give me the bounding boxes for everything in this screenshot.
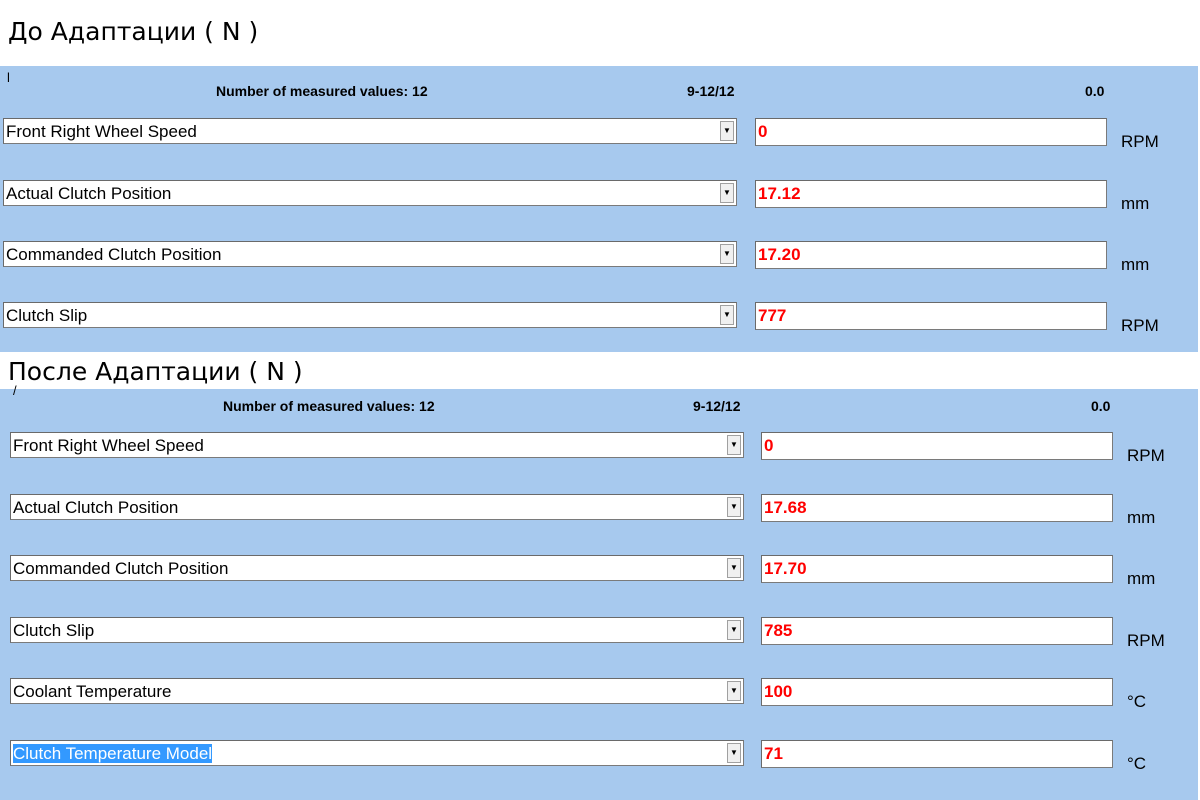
parameter-select[interactable]: Clutch Temperature Model ▼ [10,740,744,766]
chevron-down-icon[interactable]: ▼ [727,435,741,455]
measurement-row: Commanded Clutch Position ▼ 17.20 mm [0,241,1198,275]
value-text: 777 [758,306,787,325]
measurement-row: Commanded Clutch Position ▼ 17.70 mm [0,555,1198,589]
value-text: 71 [764,744,783,763]
chevron-down-icon[interactable]: ▼ [720,121,734,141]
parameter-select[interactable]: Front Right Wheel Speed ▼ [10,432,744,458]
parameter-select[interactable]: Commanded Clutch Position ▼ [3,241,737,267]
parameter-select-label: Front Right Wheel Speed [13,436,204,455]
measurement-row: Front Right Wheel Speed ▼ 0 RPM [0,118,1198,152]
measured-values-range: 9-12/12 [687,83,735,99]
parameter-select-label: Front Right Wheel Speed [6,122,197,141]
chevron-down-icon[interactable]: ▼ [727,497,741,517]
chevron-down-icon[interactable]: ▼ [727,743,741,763]
measurement-row: Actual Clutch Position ▼ 17.12 mm [0,180,1198,214]
value-field: 777 [755,302,1107,330]
header-value: 0.0 [1091,398,1111,414]
unit-label: RPM [1127,446,1165,465]
chevron-down-icon[interactable]: ▼ [727,620,741,640]
parameter-select-label: Actual Clutch Position [13,498,179,517]
value-field: 17.68 [761,494,1113,522]
value-text: 785 [764,621,793,640]
before-adaptation-heading: До Адаптации ( N ) [8,17,259,46]
unit-label: °C [1127,692,1147,711]
measured-values-count: Number of measured values: 12 [216,83,428,99]
after-adaptation-heading: После Адаптации ( N ) [8,357,303,386]
parameter-select-label: Clutch Slip [6,306,88,325]
measurement-row: Clutch Slip ▼ 785 RPM [0,617,1198,651]
parameter-select[interactable]: Actual Clutch Position ▼ [10,494,744,520]
measured-values-range: 9-12/12 [693,398,741,414]
unit-label: RPM [1121,132,1159,151]
measurement-row: Actual Clutch Position ▼ 17.68 mm [0,494,1198,528]
parameter-select[interactable]: Clutch Slip ▼ [3,302,737,328]
panel-marker: l [7,70,10,85]
value-field: 17.20 [755,241,1107,269]
unit-label: RPM [1127,631,1165,650]
chevron-down-icon[interactable]: ▼ [727,681,741,701]
parameter-select-label: Commanded Clutch Position [13,559,229,578]
chevron-down-icon[interactable]: ▼ [720,183,734,203]
parameter-select[interactable]: Front Right Wheel Speed ▼ [3,118,737,144]
measurement-row: Clutch Temperature Model ▼ 71 °C [0,740,1198,774]
header-value: 0.0 [1085,83,1105,99]
unit-label: RPM [1121,316,1159,335]
measured-values-count: Number of measured values: 12 [223,398,435,414]
value-text: 0 [758,122,768,141]
unit-label: mm [1127,508,1156,527]
parameter-select[interactable]: Actual Clutch Position ▼ [3,180,737,206]
value-text: 17.68 [764,498,807,517]
measurement-row: Coolant Temperature ▼ 100 °C [0,678,1198,712]
parameter-select-label: Actual Clutch Position [6,184,172,203]
measurement-row: Clutch Slip ▼ 777 RPM [0,302,1198,336]
value-field: 0 [761,432,1113,460]
unit-label: mm [1121,255,1150,274]
value-field: 0 [755,118,1107,146]
chevron-down-icon[interactable]: ▼ [720,244,734,264]
parameter-select-label: Commanded Clutch Position [6,245,222,264]
parameter-select[interactable]: Clutch Slip ▼ [10,617,744,643]
panel-marker: / [13,383,17,398]
parameter-select[interactable]: Commanded Clutch Position ▼ [10,555,744,581]
after-adaptation-panel: / Number of measured values: 12 9-12/12 … [0,383,1198,800]
value-field: 785 [761,617,1113,645]
value-field: 100 [761,678,1113,706]
value-text: 17.12 [758,184,801,203]
value-text: 17.20 [758,245,801,264]
value-field: 17.70 [761,555,1113,583]
parameter-select-label: Clutch Temperature Model [13,744,213,763]
value-field: 71 [761,740,1113,768]
value-text: 0 [764,436,774,455]
before-adaptation-panel: l Number of measured values: 12 9-12/12 … [0,66,1198,352]
value-text: 17.70 [764,559,807,578]
value-field: 17.12 [755,180,1107,208]
chevron-down-icon[interactable]: ▼ [727,558,741,578]
parameter-select-label: Clutch Slip [13,621,95,640]
unit-label: mm [1121,194,1150,213]
unit-label: mm [1127,569,1156,588]
unit-label: °C [1127,754,1147,773]
parameter-select-label: Coolant Temperature [13,682,172,701]
parameter-select[interactable]: Coolant Temperature ▼ [10,678,744,704]
measurement-row: Front Right Wheel Speed ▼ 0 RPM [0,432,1198,466]
chevron-down-icon[interactable]: ▼ [720,305,734,325]
value-text: 100 [764,682,793,701]
